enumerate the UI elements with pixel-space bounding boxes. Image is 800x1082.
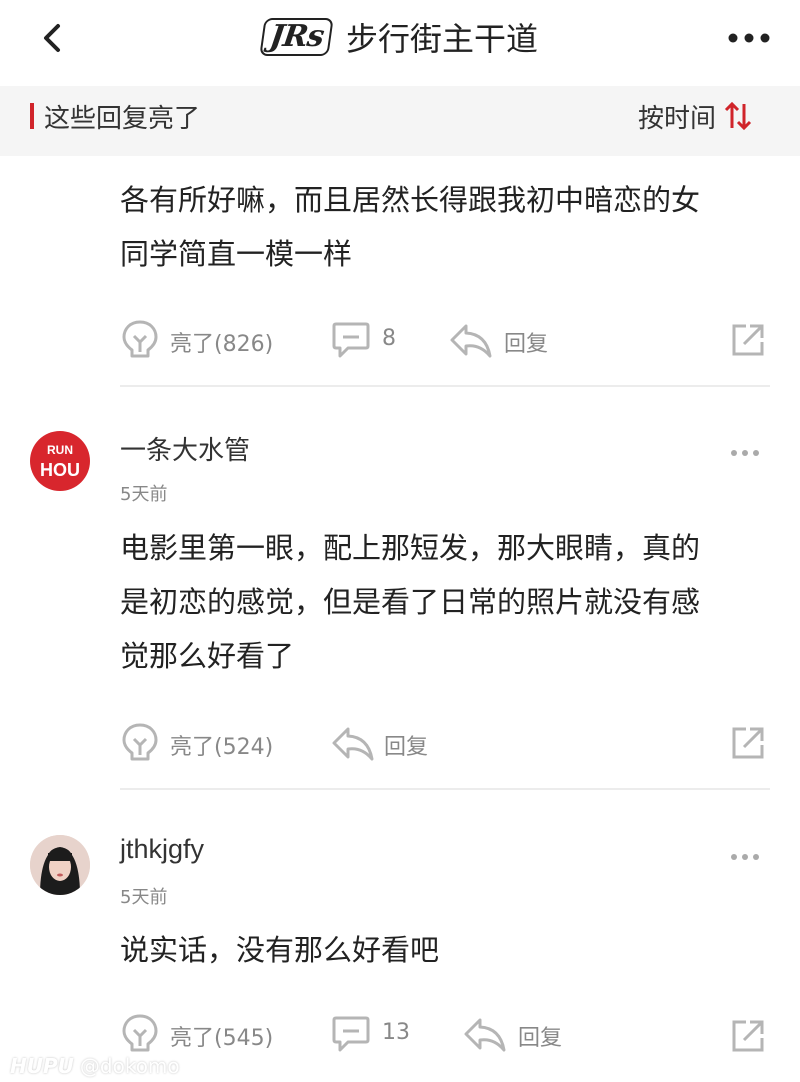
comment-2-text: 电影里第一眼，配上那短发，那大眼睛，真的 是初恋的感觉，但是看了日常的照片就没有… [120,521,780,683]
like-button[interactable]: 亮了(826) [120,318,290,362]
share-icon [732,727,764,759]
avatar-logo-line: RUN [47,443,73,457]
lightbulb-icon [122,723,158,761]
reply-button[interactable]: 回复 [448,318,568,362]
reply-button[interactable]: 回复 [462,1012,582,1056]
lightbulb-icon [122,320,158,358]
watermark: HUPU @dokomo [10,1054,180,1078]
reply-label: 回复 [518,1026,563,1051]
reply-button[interactable]: 回复 [330,721,450,765]
reply-label: 回复 [384,735,429,760]
comment-count-button[interactable]: 8 [330,318,410,362]
section-title: 这些回复亮了 [44,104,201,134]
share-button[interactable] [728,1016,768,1056]
post-time: 5天前 [120,887,168,908]
reply-count: 13 [382,1020,410,1045]
page-title: 步行街主干道 [346,20,539,58]
comment-text-line: 同学简直一模一样 [120,237,353,271]
header-title-group: JRs 步行街主干道 [0,14,800,60]
like-count: 亮了(524) [170,735,274,760]
watermark-brand: HUPU [10,1054,74,1078]
avatar-logo-line: HOU [40,460,80,480]
share-button[interactable] [728,320,768,360]
watermark-handle: @dokomo [79,1054,180,1078]
comment-text-line: 是初恋的感觉，但是看了日常的照片就没有感 [120,585,701,619]
comment-more-icon[interactable] [730,852,760,862]
comment-more-icon[interactable] [730,448,760,458]
section-accent-mark [30,103,34,129]
like-count: 亮了(826) [170,332,274,357]
comment-count-button[interactable]: 13 [330,1012,420,1056]
top-nav-bar: JRs 步行街主干道 [0,0,800,87]
like-button[interactable]: 亮了(545) [120,1012,290,1056]
share-icon [732,1020,764,1052]
comment-text-line: 觉那么好看了 [120,639,295,673]
reply-count: 8 [382,326,396,351]
share-icon [732,324,764,356]
reply-arrow-icon [464,1018,506,1052]
comment-text-line: 电影里第一眼，配上那短发，那大眼睛，真的 [120,531,701,565]
like-button[interactable]: 亮了(524) [120,721,290,765]
username[interactable]: jthkjgfy [120,834,204,865]
avatar[interactable] [30,835,90,895]
sort-by-time-button[interactable]: 按时间 [638,98,716,135]
like-count: 亮了(545) [170,1026,274,1051]
reply-arrow-icon [332,727,374,761]
user-portrait-icon [30,835,90,895]
jrs-logo: JRs [259,18,334,56]
comment-1-text: 各有所好嘛，而且居然长得跟我初中暗恋的女 同学简直一模一样 [120,173,780,281]
avatar[interactable]: RUN HOU [30,431,90,491]
reply-arrow-icon [450,324,492,358]
username[interactable]: 一条大水管 [120,430,250,467]
comment-text-line: 各有所好嘛，而且居然长得跟我初中暗恋的女 [120,183,701,217]
avatar-logo: RUN HOU [30,441,90,481]
comment-bubble-icon [332,1016,370,1052]
comment-bubble-icon [332,322,370,358]
comment-divider [120,788,770,790]
comment-text-line: 说实话，没有那么好看吧 [120,933,440,967]
more-dots-icon [728,33,770,43]
comment-divider [120,385,770,387]
lightbulb-icon [122,1014,158,1052]
post-time: 5天前 [120,484,168,505]
sort-label: 按时间 [637,104,716,134]
more-options-button[interactable] [726,28,772,48]
comment-3-text: 说实话，没有那么好看吧 [120,923,780,977]
share-button[interactable] [728,723,768,763]
sort-toggle-icon[interactable] [724,100,752,132]
reply-label: 回复 [504,332,549,357]
